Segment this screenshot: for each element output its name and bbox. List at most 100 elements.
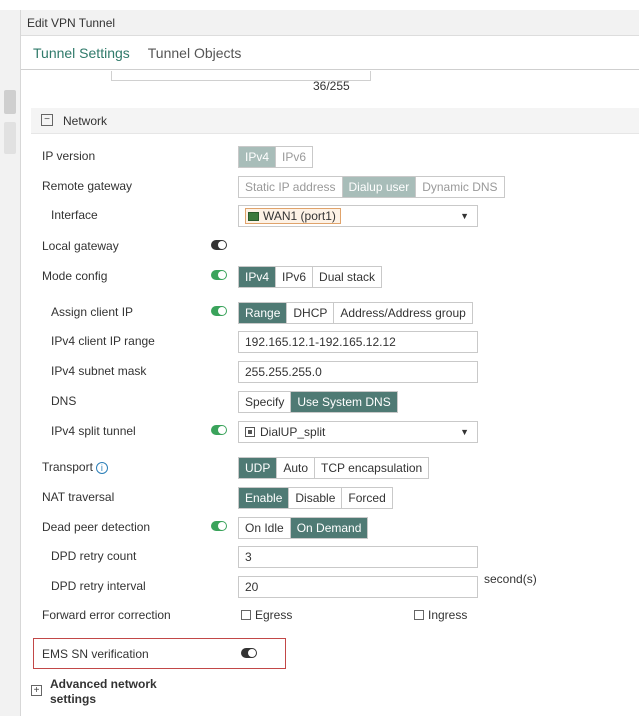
mode-config-ipv4[interactable]: IPv4 bbox=[239, 267, 277, 287]
remote-gateway-static[interactable]: Static IP address bbox=[239, 177, 343, 197]
tab-bar: Tunnel Settings Tunnel Objects bbox=[21, 36, 639, 70]
dpd-retry-count-row: DPD retry count 3 bbox=[21, 546, 639, 568]
ipv4-client-ip-range-label: IPv4 client IP range bbox=[51, 334, 155, 348]
tab-tunnel-objects[interactable]: Tunnel Objects bbox=[142, 45, 254, 69]
character-counter: 36/255 bbox=[313, 79, 350, 93]
ipv4-client-ip-range-input[interactable]: 192.165.12.1-192.165.12.12 bbox=[238, 331, 478, 353]
ip-version-ipv4[interactable]: IPv4 bbox=[239, 147, 277, 167]
egress-checkbox-wrapper[interactable]: Egress bbox=[241, 608, 292, 622]
ipv4-split-tunnel-toggle[interactable] bbox=[211, 425, 227, 435]
egress-label: Egress bbox=[255, 608, 293, 622]
mode-config-row: Mode config IPv4 IPv6 Dual stack bbox=[21, 266, 639, 288]
mode-config-dual-stack[interactable]: Dual stack bbox=[313, 267, 382, 287]
background-rail-item bbox=[4, 90, 16, 114]
nat-traversal-enable[interactable]: Enable bbox=[239, 488, 290, 508]
mode-config-ipv6[interactable]: IPv6 bbox=[276, 267, 314, 287]
ip-version-ipv6[interactable]: IPv6 bbox=[276, 147, 313, 167]
dns-label: DNS bbox=[51, 394, 77, 408]
tab-tunnel-settings[interactable]: Tunnel Settings bbox=[27, 45, 142, 69]
assign-client-ip-range[interactable]: Range bbox=[239, 303, 288, 323]
remote-gateway-selector: Static IP address Dialup user Dynamic DN… bbox=[238, 176, 505, 198]
dialog-title: Edit VPN Tunnel bbox=[21, 10, 639, 36]
dpd-retry-interval-row: DPD retry interval 20 second(s) bbox=[21, 572, 639, 598]
dead-peer-detection-toggle[interactable] bbox=[211, 521, 227, 531]
nat-traversal-forced[interactable]: Forced bbox=[342, 488, 392, 508]
dead-peer-detection-label: Dead peer detection bbox=[42, 520, 151, 534]
mode-config-toggle[interactable] bbox=[211, 270, 227, 280]
port-icon bbox=[248, 212, 259, 221]
egress-checkbox[interactable] bbox=[241, 610, 251, 620]
transport-tcp-encapsulation[interactable]: TCP encapsulation bbox=[315, 458, 429, 478]
ems-sn-verification-toggle[interactable] bbox=[241, 648, 257, 658]
mode-config-label: Mode config bbox=[42, 269, 108, 283]
remote-gateway-dynamic-dns[interactable]: Dynamic DNS bbox=[416, 177, 504, 197]
dpd-retry-interval-label: DPD retry interval bbox=[51, 579, 146, 593]
advanced-network-settings-label: Advanced network settings bbox=[50, 677, 157, 706]
transport-auto[interactable]: Auto bbox=[277, 458, 316, 478]
ip-version-row: IP version IPv4 IPv6 bbox=[21, 146, 639, 168]
transport-label-text: Transport bbox=[42, 460, 93, 474]
ipv4-subnet-mask-input[interactable]: 255.255.255.0 bbox=[238, 361, 478, 383]
dns-selector: Specify Use System DNS bbox=[238, 391, 398, 413]
ems-sn-verification-row: EMS SN verification bbox=[21, 644, 639, 666]
local-gateway-row: Local gateway bbox=[21, 236, 639, 258]
section-title: Network bbox=[63, 114, 108, 128]
ingress-checkbox[interactable] bbox=[414, 610, 424, 620]
background-sidebar bbox=[0, 10, 20, 716]
top-edge bbox=[0, 0, 639, 10]
remote-gateway-row: Remote gateway Static IP address Dialup … bbox=[21, 176, 639, 198]
transport-label: Transport i bbox=[42, 460, 108, 474]
remote-gateway-dialup[interactable]: Dialup user bbox=[342, 177, 417, 197]
collapse-icon[interactable]: − bbox=[41, 114, 53, 126]
local-gateway-label: Local gateway bbox=[42, 239, 119, 253]
dns-row: DNS Specify Use System DNS bbox=[21, 391, 639, 413]
interface-label: Interface bbox=[51, 208, 98, 222]
assign-client-ip-dhcp[interactable]: DHCP bbox=[287, 303, 335, 323]
ipv4-client-ip-range-row: IPv4 client IP range 192.165.12.1-192.16… bbox=[21, 331, 639, 353]
assign-client-ip-row: Assign client IP Range DHCP Address/Addr… bbox=[21, 302, 639, 324]
dpd-retry-count-label: DPD retry count bbox=[51, 549, 137, 563]
network-section-header[interactable]: − Network bbox=[31, 108, 639, 134]
ipv4-subnet-mask-label: IPv4 subnet mask bbox=[51, 364, 147, 378]
split-tunnel-value: DialUP_split bbox=[260, 425, 326, 439]
assign-client-ip-toggle[interactable] bbox=[211, 306, 227, 316]
ipv4-subnet-mask-row: IPv4 subnet mask 255.255.255.0 bbox=[21, 361, 639, 383]
interface-chip: WAN1 (port1) bbox=[245, 208, 341, 224]
expand-icon[interactable]: + bbox=[31, 685, 42, 696]
interface-row: Interface WAN1 (port1) ▼ bbox=[21, 205, 639, 227]
assign-client-ip-label: Assign client IP bbox=[51, 305, 134, 319]
transport-row: Transport i UDP Auto TCP encapsulation bbox=[21, 457, 639, 479]
info-icon[interactable]: i bbox=[95, 462, 108, 474]
transport-udp[interactable]: UDP bbox=[239, 458, 278, 478]
dpd-on-demand[interactable]: On Demand bbox=[290, 518, 368, 538]
nat-traversal-row: NAT traversal Enable Disable Forced bbox=[21, 487, 639, 509]
ipv4-split-tunnel-row: IPv4 split tunnel DialUP_split ▼ bbox=[21, 421, 639, 443]
assign-client-ip-selector: Range DHCP Address/Address group bbox=[238, 302, 473, 324]
ipv4-split-tunnel-label: IPv4 split tunnel bbox=[51, 424, 136, 438]
dns-specify[interactable]: Specify bbox=[239, 392, 292, 412]
nat-traversal-selector: Enable Disable Forced bbox=[238, 487, 393, 509]
ipv4-split-tunnel-select[interactable]: DialUP_split ▼ bbox=[238, 421, 478, 443]
dns-use-system[interactable]: Use System DNS bbox=[291, 392, 397, 412]
ems-sn-verification-label: EMS SN verification bbox=[42, 647, 149, 661]
forward-error-correction-row: Forward error correction Egress Ingress bbox=[21, 605, 639, 627]
remote-gateway-label: Remote gateway bbox=[42, 179, 133, 193]
ip-version-selector: IPv4 IPv6 bbox=[238, 146, 314, 168]
dpd-retry-interval-input[interactable]: 20 bbox=[238, 576, 478, 598]
dead-peer-detection-row: Dead peer detection On Idle On Demand bbox=[21, 517, 639, 539]
settings-panel[interactable]: 36/255 − Network IP version IPv4 IPv6 Re… bbox=[21, 71, 639, 716]
dead-peer-detection-selector: On Idle On Demand bbox=[238, 517, 369, 539]
assign-client-ip-address-group[interactable]: Address/Address group bbox=[334, 303, 472, 323]
interface-select[interactable]: WAN1 (port1) ▼ bbox=[238, 205, 478, 227]
dpd-retry-count-input[interactable]: 3 bbox=[238, 546, 478, 568]
dropdown-arrow-icon: ▼ bbox=[460, 211, 469, 221]
nat-traversal-disable[interactable]: Disable bbox=[289, 488, 343, 508]
nat-traversal-label: NAT traversal bbox=[42, 490, 115, 504]
transport-selector: UDP Auto TCP encapsulation bbox=[238, 457, 430, 479]
dpd-retry-interval-unit: second(s) bbox=[484, 572, 537, 586]
ingress-checkbox-wrapper[interactable]: Ingress bbox=[414, 608, 467, 622]
dpd-on-idle[interactable]: On Idle bbox=[239, 518, 291, 538]
address-group-icon bbox=[245, 427, 255, 437]
mode-config-selector: IPv4 IPv6 Dual stack bbox=[238, 266, 383, 288]
local-gateway-toggle[interactable] bbox=[211, 240, 227, 250]
